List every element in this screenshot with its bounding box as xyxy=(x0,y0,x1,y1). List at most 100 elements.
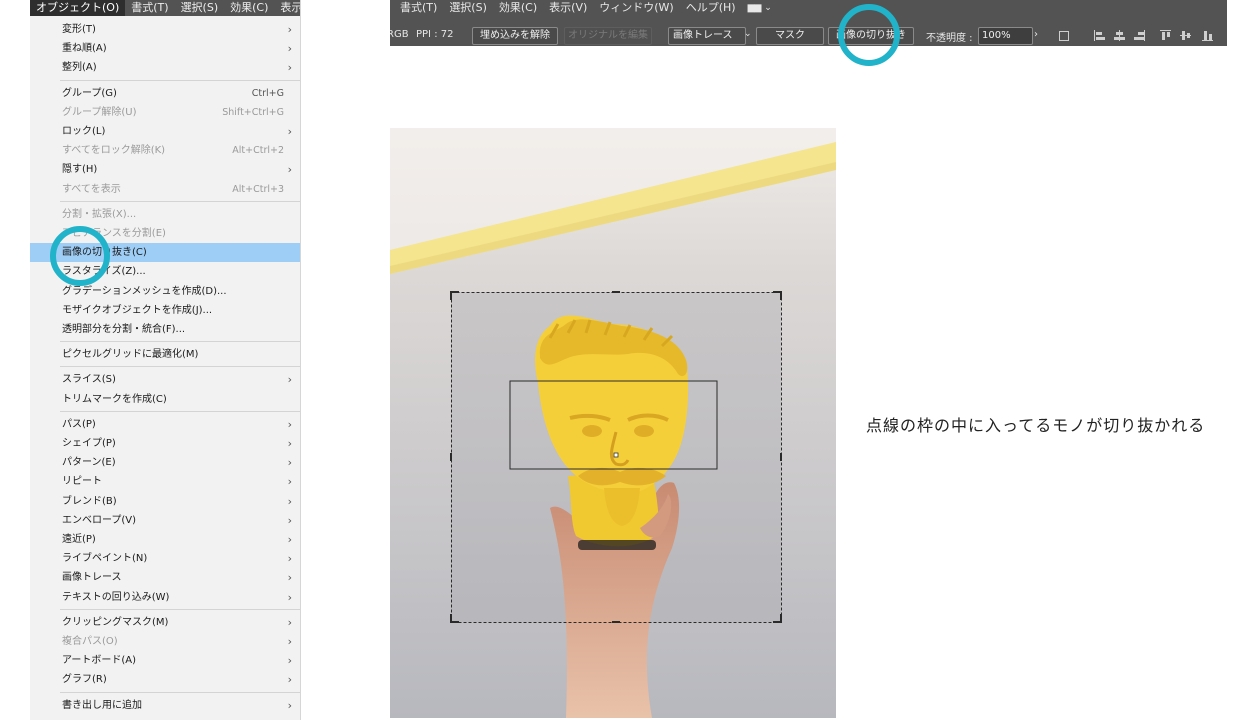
menubar-item[interactable]: 選択(S) xyxy=(175,0,225,16)
chevron-down-icon[interactable]: ⌄ xyxy=(744,29,752,39)
illustrator-control-bar: 書式(T) 選択(S) 効果(C) 表示(V) ウィンドウ(W) ヘルプ(H) ▆▆ ⌄ R… xyxy=(390,0,1227,46)
menu-separator xyxy=(60,341,300,343)
menubar-item[interactable]: 効果(C) xyxy=(224,0,274,16)
chevron-right-icon: › xyxy=(287,494,292,508)
app-menu-item[interactable]: 効果(C) xyxy=(499,0,537,16)
menu-item-label: 複合パス(O) xyxy=(62,636,118,647)
menu-item[interactable]: パターン(E) › xyxy=(30,453,300,472)
menu-item-label: リピート xyxy=(62,476,102,488)
menubar-item[interactable]: 書式(T) xyxy=(125,0,174,16)
menu-item-label: モザイクオブジェクトを作成(J)... xyxy=(62,304,213,316)
align-left-icon[interactable] xyxy=(1094,30,1106,41)
menu-item[interactable]: エンベロープ(V) › xyxy=(30,511,300,530)
chevron-right-icon: › xyxy=(287,437,292,450)
menubar-item[interactable]: 表示 xyxy=(274,0,300,16)
menu-item-label: グループ解除(U) xyxy=(62,106,137,118)
menu-item[interactable]: パス(P) › xyxy=(30,415,300,434)
menu-item[interactable]: グラフ(R) › xyxy=(30,670,300,689)
menu-item[interactable]: モザイクオブジェクトを作成(J)... xyxy=(30,301,300,320)
menu-item[interactable]: 変形(T) › xyxy=(30,20,300,39)
chevron-right-icon: › xyxy=(287,42,292,56)
menu-item[interactable]: スライス(S) › xyxy=(30,370,300,389)
chevron-right-icon: › xyxy=(287,590,292,604)
menu-item[interactable]: トリムマークを作成(C) xyxy=(30,390,300,409)
workspace-switcher-icon[interactable]: ▆▆ ⌄ xyxy=(748,0,772,16)
menu-item[interactable]: ピクセルグリッドに最適化(M) xyxy=(30,345,300,364)
toolbar-highlight-circle xyxy=(838,4,900,66)
menu-item[interactable]: グループ解除(U) Shift+Ctrl+G xyxy=(30,103,300,122)
mask-button[interactable]: マスク xyxy=(756,27,824,45)
transform-icon[interactable] xyxy=(1058,30,1070,41)
menu-item[interactable]: 画像トレース › xyxy=(30,568,300,587)
chevron-right-icon[interactable]: › xyxy=(1034,29,1038,40)
menu-separator xyxy=(60,79,300,81)
menu-item[interactable]: すべてをロック解除(K) Alt+Ctrl+2 xyxy=(30,141,300,160)
menu-item[interactable]: シェイプ(P) › xyxy=(30,434,300,453)
menu-item-label: すべてをロック解除(K) xyxy=(62,145,166,157)
menu-item[interactable]: 書き出し用に追加 › xyxy=(30,696,300,715)
unembed-button[interactable]: 埋め込みを解除 xyxy=(472,27,558,45)
align-bottom-icon[interactable] xyxy=(1202,30,1214,41)
menu-item[interactable]: ブレンド(B) › xyxy=(30,492,300,511)
image-trace-dropdown[interactable]: 画像トレース xyxy=(668,27,746,45)
chevron-right-icon: › xyxy=(287,533,292,546)
align-center-icon[interactable] xyxy=(1114,30,1126,41)
menu-separator xyxy=(60,366,300,368)
menu-item-shortcut: Alt+Ctrl+2 xyxy=(232,145,284,157)
menu-item-label: 書き出し用に追加 xyxy=(62,699,142,711)
menu-item-label: グラフ(R) xyxy=(62,674,107,686)
app-menu-item[interactable]: 書式(T) xyxy=(400,0,437,16)
color-mode-label: RGB xyxy=(390,29,409,40)
menu-item[interactable]: 整列(A) › xyxy=(30,58,300,77)
menu-item[interactable]: 重ね順(A) › xyxy=(30,39,300,58)
menu-item[interactable]: 透明部分を分割・統合(F)... xyxy=(30,320,300,339)
app-menu-item[interactable]: ウィンドウ(W) xyxy=(599,0,673,16)
align-middle-icon[interactable] xyxy=(1180,30,1192,41)
menu-item-label: エンベロープ(V) xyxy=(62,514,137,526)
chevron-right-icon: › xyxy=(287,456,292,470)
align-right-icon[interactable] xyxy=(1134,30,1146,41)
menu-item[interactable]: リピート › xyxy=(30,472,300,491)
menu-item[interactable]: テキストの回り込み(W) › xyxy=(30,588,300,607)
chevron-right-icon: › xyxy=(287,417,292,431)
chevron-right-icon: › xyxy=(287,475,292,489)
chevron-right-icon: › xyxy=(287,23,292,36)
image-control-panel: RGB PPI : 72 埋め込みを解除 オリジナルを編集 画像トレース ⌄ マ… xyxy=(390,27,1227,45)
chevron-right-icon: › xyxy=(287,163,292,177)
menu-item[interactable]: クリッピングマスク(M) › xyxy=(30,613,300,632)
menu-separator xyxy=(60,608,300,610)
menu-item-label: ピクセルグリッドに最適化(M) xyxy=(62,349,199,361)
chevron-right-icon: › xyxy=(287,654,292,668)
align-top-icon[interactable] xyxy=(1160,30,1172,41)
menu-item[interactable]: ライブペイント(N) › xyxy=(30,549,300,568)
menu-item-label: ブレンド(B) xyxy=(62,495,117,507)
app-menu-item[interactable]: ヘルプ(H) xyxy=(686,0,736,16)
menu-item[interactable]: グループ(G) Ctrl+G xyxy=(30,84,300,103)
chevron-right-icon: › xyxy=(287,61,292,75)
menu-item[interactable]: 分割・拡張(X)... xyxy=(30,205,300,224)
menu-item[interactable]: 隠す(H) › xyxy=(30,160,300,179)
menu-item-label: パス(P) xyxy=(62,418,96,430)
chevron-right-icon: › xyxy=(287,698,292,712)
menu-item-label: ロック(L) xyxy=(62,126,106,137)
menu-item[interactable]: 遠近(P) › xyxy=(30,530,300,549)
menu-item-label: アートボード(A) xyxy=(62,655,137,667)
menu-item[interactable]: すべてを表示 Alt+Ctrl+3 xyxy=(30,180,300,199)
menubar-item[interactable]: オブジェクト(O) xyxy=(30,0,126,16)
menu-item[interactable]: アートボード(A) › xyxy=(30,651,300,670)
menu-item-shortcut: Ctrl+G xyxy=(251,87,284,99)
app-menu-bar: 書式(T) 選択(S) 効果(C) 表示(V) ウィンドウ(W) ヘルプ(H) ▆▆ ⌄ xyxy=(400,0,784,16)
app-menu-item[interactable]: 表示(V) xyxy=(549,0,587,16)
menu-item-label: 整列(A) xyxy=(62,62,97,74)
opacity-input[interactable]: 100% xyxy=(978,27,1033,45)
menu-item-label: 分割・拡張(X)... xyxy=(62,208,137,220)
menu-separator xyxy=(60,410,300,412)
menu-item[interactable]: ロック(L) › xyxy=(30,122,300,141)
menu-item-label: すべてを表示 xyxy=(62,183,121,195)
menu-item[interactable]: 複合パス(O) › xyxy=(30,632,300,651)
menu-item-label: ライブペイント(N) xyxy=(62,553,148,565)
canvas-image[interactable] xyxy=(390,128,836,718)
edit-original-button[interactable]: オリジナルを編集 xyxy=(564,27,652,45)
app-menu-item[interactable]: 選択(S) xyxy=(449,0,487,16)
menu-bar: オブジェクト(O) 書式(T) 選択(S) 効果(C) 表示 xyxy=(30,0,300,16)
